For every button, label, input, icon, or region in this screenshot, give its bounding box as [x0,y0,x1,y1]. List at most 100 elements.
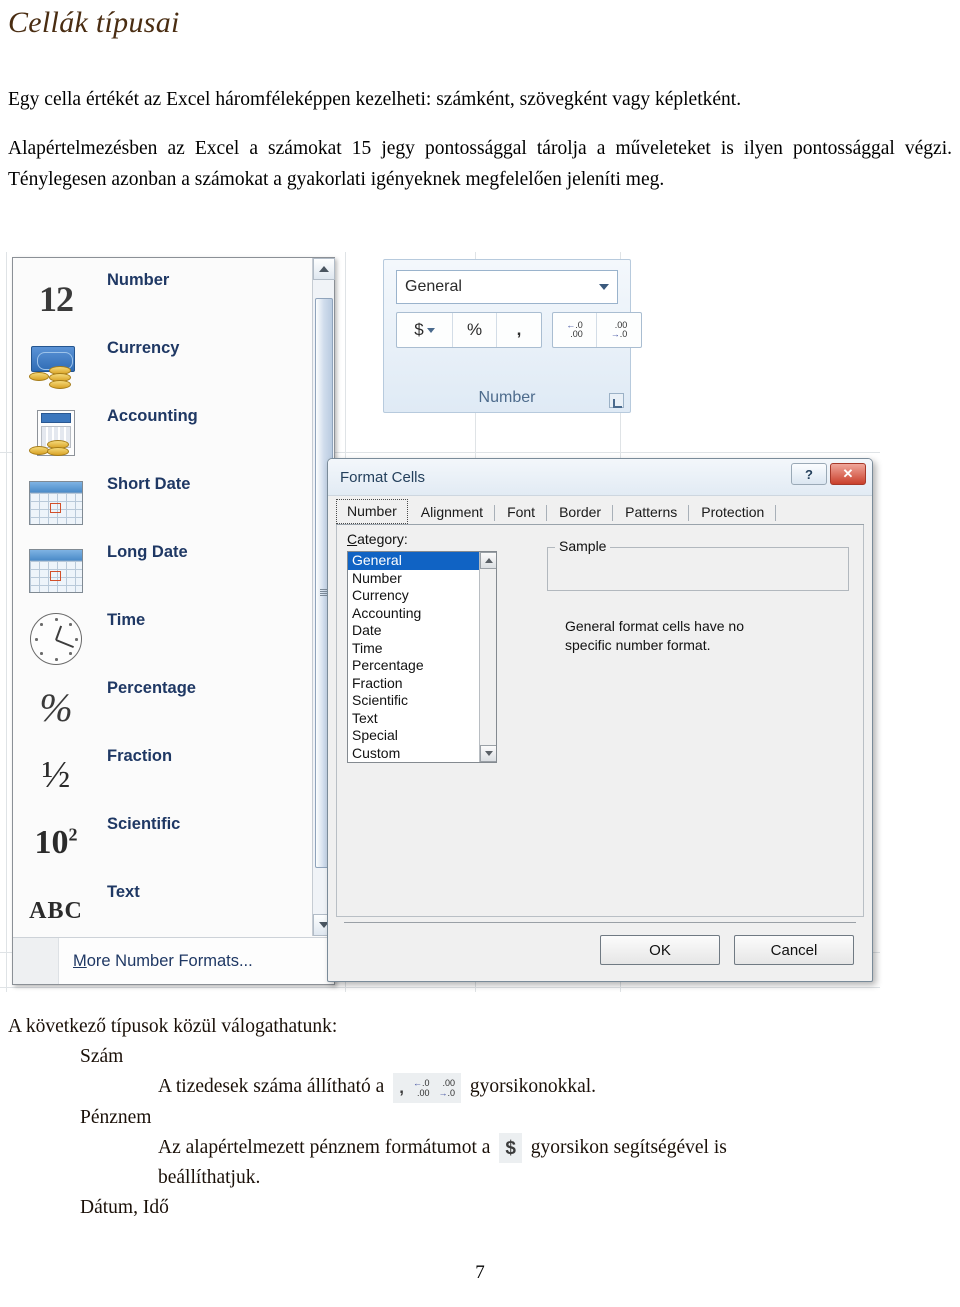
sample-caption: Sample [555,538,611,554]
category-item-general[interactable]: General [348,552,496,570]
bottom-intro: A következő típusok közül válogathatunk: [8,1016,338,1037]
gallery-item-label: Long Date [107,542,188,561]
bottom-decimals-line: A tizedesek száma állítható a , ←.0 .00 … [8,1072,952,1103]
close-icon[interactable]: ✕ [830,463,866,485]
gallery-item-percentage[interactable]: % Percentage [13,666,312,734]
ribbon-group-label: Number [478,389,536,406]
decimals-before-text: A tizedesek száma állítható a [158,1076,385,1097]
gallery-item-label: Accounting [107,406,198,425]
number-format-dropdown[interactable]: General [396,270,618,304]
number-12-icon: 12 [39,279,74,319]
gallery-item-accounting[interactable]: Accounting [13,394,312,462]
gallery-item-label: Scientific [107,814,181,833]
comma-style-button[interactable]: , [497,313,541,347]
more-number-formats-label: More Number Formats... [73,951,253,970]
category-item-scientific[interactable]: Scientific [348,692,496,710]
scroll-up-icon[interactable] [313,258,335,280]
ok-button[interactable]: OK [600,935,720,965]
category-scroll-up-icon[interactable] [480,552,496,569]
ribbon-number-group: General $ % , ←.0 .00 .00 →.0 Number [383,259,642,413]
category-item-custom[interactable]: Custom [348,745,496,763]
gallery-item-label: Text [107,882,140,901]
currency-button[interactable]: $ [397,313,453,347]
precision-paragraph: Alapértelmezésben az Excel a számokat 15… [8,138,952,190]
percent-icon: % [39,684,73,730]
excel-screenshot: 12 Number Currency Accounting Short Date… [0,252,880,992]
category-description: General format cells have no specific nu… [565,618,744,653]
category-item-accounting[interactable]: Accounting [348,605,496,623]
category-label: Category: [347,531,408,547]
bottom-item-currency: Pénznem [80,1106,152,1128]
decimals-after-text: gyorsikonokkal. [469,1076,597,1097]
gallery-item-currency[interactable]: Currency [13,326,312,394]
page-number: 7 [475,1262,485,1283]
gallery-item-time[interactable]: Time [13,598,312,666]
gallery-item-number[interactable]: 12 Number [13,258,312,326]
page-title: Cellák típusai [8,6,180,39]
dialog-separator [344,922,856,923]
dialog-titlebar: Format Cells ? ✕ [328,459,872,496]
text-abc-icon: ABC [29,897,83,924]
category-item-date[interactable]: Date [348,622,496,640]
tab-protection[interactable]: Protection [690,500,777,524]
accounting-calculator-icon [25,406,87,464]
category-scroll-down-icon[interactable] [480,745,496,762]
dollar-icon: $ [499,1133,522,1164]
currency-after-text: gyorsikon segítségével is [530,1136,727,1158]
bottom-currency-line: Az alapértelmezett pénznem formátumot a … [8,1133,952,1194]
currency-before-text: Az alapértelmezett pénznem formátumot a [158,1136,491,1158]
gallery-item-text[interactable]: ABC Text [13,870,312,936]
category-scrollbar[interactable] [479,552,496,762]
tab-patterns[interactable]: Patterns [614,500,690,524]
gallery-item-list[interactable]: 12 Number Currency Accounting Short Date… [13,258,312,936]
bottom-item-date-time: Dátum, Idő [80,1197,169,1219]
dialog-launcher-icon[interactable] [609,393,624,408]
clock-icon [25,610,87,668]
category-item-text[interactable]: Text [348,710,496,728]
document-page: Cellák típusai Egy cella értékét az Exce… [0,0,960,1307]
currency-money-icon [25,338,87,396]
decrease-decimal-button[interactable]: .00 →.0 [597,313,641,347]
category-item-percentage[interactable]: Percentage [348,657,496,675]
tab-alignment[interactable]: Alignment [410,500,496,524]
number-format-gallery[interactable]: 12 Number Currency Accounting Short Date… [12,257,335,985]
more-number-formats-item[interactable]: More Number Formats... [13,937,334,984]
tab-border[interactable]: Border [548,500,614,524]
gallery-item-label: Percentage [107,678,196,697]
decimal-buttons-icon: , ←.0 .00 .00 →.0 [393,1072,461,1103]
decimal-button-group: ←.0 .00 .00 →.0 [552,312,642,348]
percent-style-button[interactable]: % [453,313,497,347]
long-date-calendar-icon [25,542,87,600]
gallery-item-scientific[interactable]: 102 Scientific [13,802,312,870]
intro-paragraph: Egy cella értékét az Excel háromféleképp… [8,89,742,110]
chevron-down-icon[interactable] [599,284,609,290]
gallery-item-fraction[interactable]: ½ Fraction [13,734,312,802]
gallery-item-long-date[interactable]: Long Date [13,530,312,598]
short-date-calendar-icon [25,474,87,532]
category-item-special[interactable]: Special [348,727,496,745]
category-item-number[interactable]: Number [348,570,496,588]
gallery-item-label: Fraction [107,746,173,765]
help-icon[interactable]: ? [791,463,827,485]
dialog-title: Format Cells [340,468,426,486]
cancel-button[interactable]: Cancel [734,935,854,965]
number-format-value: General [405,278,462,295]
gallery-item-short-date[interactable]: Short Date [13,462,312,530]
bottom-item-number: Szám [80,1046,124,1067]
category-item-currency[interactable]: Currency [348,587,496,605]
tab-font[interactable]: Font [496,500,548,524]
number-tab-panel: Category: General Number Currency Accoun… [336,525,864,917]
scientific-ten-squared-icon: 102 [34,824,78,861]
bottom-text-block: A következő típusok közül válogathatunk:… [8,1012,952,1223]
gallery-item-label: Number [107,270,170,289]
tab-number[interactable]: Number [336,499,408,524]
category-item-time[interactable]: Time [348,640,496,658]
currency-after-text-2: beállíthatjuk. [158,1167,261,1189]
gallery-item-label: Short Date [107,474,191,493]
footer-icon-slot [13,938,59,984]
category-item-fraction[interactable]: Fraction [348,675,496,693]
format-cells-dialog: Format Cells ? ✕ Number Alignment Font B… [327,458,873,982]
increase-decimal-button[interactable]: ←.0 .00 [553,313,597,347]
category-listbox[interactable]: General Number Currency Accounting Date … [347,551,497,763]
gallery-item-label: Time [107,610,146,629]
